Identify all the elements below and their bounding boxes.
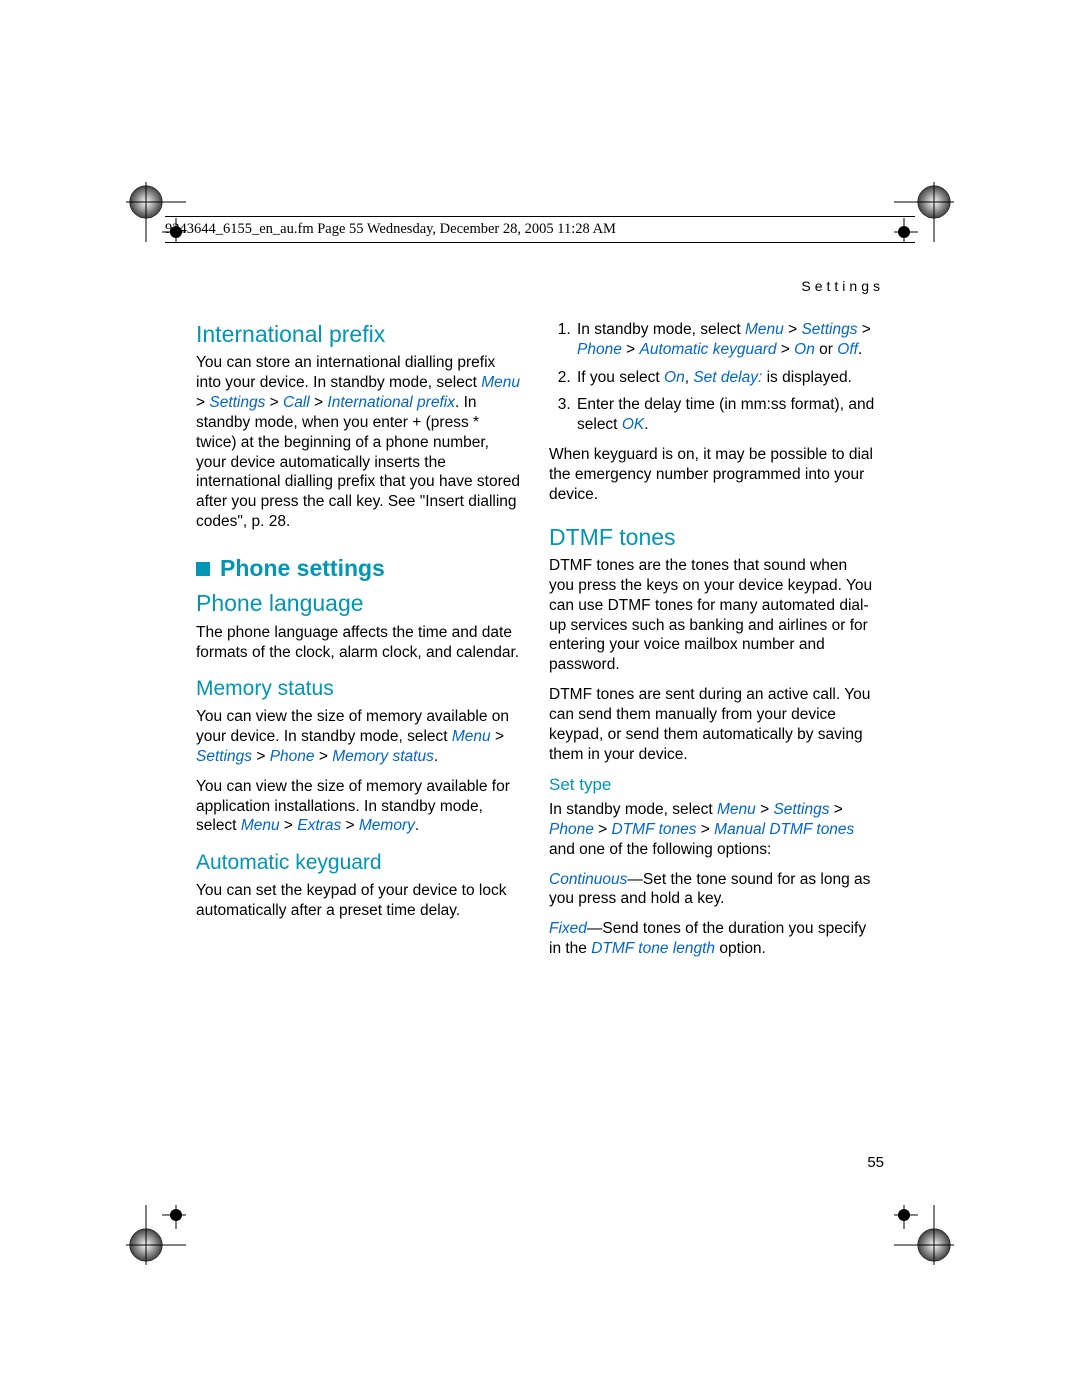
menu-path: Settings [773,801,829,818]
text: > [697,821,715,838]
text: > [784,321,802,338]
menu-path: Phone [270,748,315,765]
text: > [196,394,209,411]
menu-path: International prefix [327,394,455,411]
text: > [280,817,298,834]
menu-path: Menu [241,817,280,834]
para: When keyguard is on, it may be possible … [549,445,876,504]
text: If you select [577,369,664,386]
body-content: International prefix You can store an in… [196,320,876,959]
text: > [622,341,640,358]
ordered-list: In standby mode, select Menu > Settings … [549,320,876,435]
heading-dtmf-tones: DTMF tones [549,523,876,552]
crop-mark-bl [126,1205,186,1265]
menu-path: Phone [549,821,594,838]
text: In standby mode, select [549,801,717,818]
menu-path: DTMF tones [612,821,697,838]
para: DTMF tones are sent during an active cal… [549,685,876,764]
menu-path: On [664,369,685,386]
text: In standby mode, select [577,321,745,338]
para: Fixed—Send tones of the duration you spe… [549,919,876,959]
menu-path: Menu [745,321,784,338]
menu-path: Memory status [332,748,434,765]
text: is displayed. [762,369,852,386]
option-name: DTMF tone length [591,940,715,957]
text: > [857,321,870,338]
heading-international-prefix: International prefix [196,320,523,349]
square-bullet-icon [196,562,210,576]
text: > [252,748,270,765]
crop-mark-br [894,1205,954,1265]
text: > [315,748,333,765]
text: or [815,341,837,358]
menu-path: Settings [209,394,265,411]
menu-path: Settings [801,321,857,338]
menu-path: Settings [196,748,252,765]
heading-set-type: Set type [549,774,876,796]
para: You can view the size of memory availabl… [196,777,523,836]
text: > [265,394,283,411]
list-item: Enter the delay time (in mm:ss format), … [575,395,876,435]
text: . [644,416,648,433]
text: > [829,801,842,818]
text: > [756,801,774,818]
text: . In standby mode, when you enter + (pre… [196,394,520,530]
text: . [858,341,862,358]
menu-path: OK [622,416,644,433]
text: > [491,728,504,745]
section-phone-settings: Phone settings [196,554,523,583]
text: You can store an international dialling … [196,354,495,391]
text: > [594,821,612,838]
menu-path: Call [283,394,310,411]
page-number: 55 [867,1154,884,1171]
para: DTMF tones are the tones that sound when… [549,556,876,675]
menu-path: Menu [481,374,520,391]
heading-automatic-keyguard: Automatic keyguard [196,850,523,877]
print-header: 9243644_6155_en_au.fm Page 55 Wednesday,… [165,216,915,243]
menu-path: Set delay: [693,369,762,386]
menu-path: Off [837,341,858,358]
menu-path: Extras [297,817,341,834]
text: . [415,817,419,834]
menu-path: On [794,341,815,358]
para: The phone language affects the time and … [196,623,523,663]
para: Continuous—Set the tone sound for as lon… [549,870,876,910]
heading-phone-language: Phone language [196,589,523,618]
text: > [310,394,328,411]
list-item: If you select On, Set delay: is displaye… [575,368,876,388]
menu-path: Menu [717,801,756,818]
menu-path: Memory [359,817,415,834]
text: and one of the following options: [549,841,771,858]
option-name: Continuous [549,871,627,888]
menu-path: Manual DTMF tones [714,821,854,838]
menu-path: Phone [577,341,622,358]
menu-path: Automatic keyguard [640,341,777,358]
heading-memory-status: Memory status [196,676,523,703]
text: . [434,748,438,765]
para: You can store an international dialling … [196,353,523,531]
option-name: Fixed [549,920,587,937]
menu-path: Menu [452,728,491,745]
section-title-text: Phone settings [220,555,385,581]
list-item: In standby mode, select Menu > Settings … [575,320,876,360]
text: > [341,817,359,834]
para: You can view the size of memory availabl… [196,707,523,766]
para: In standby mode, select Menu > Settings … [549,800,876,859]
text: option. [715,940,766,957]
para: You can set the keypad of your device to… [196,881,523,921]
text: > [777,341,795,358]
running-header: Settings [801,278,884,294]
